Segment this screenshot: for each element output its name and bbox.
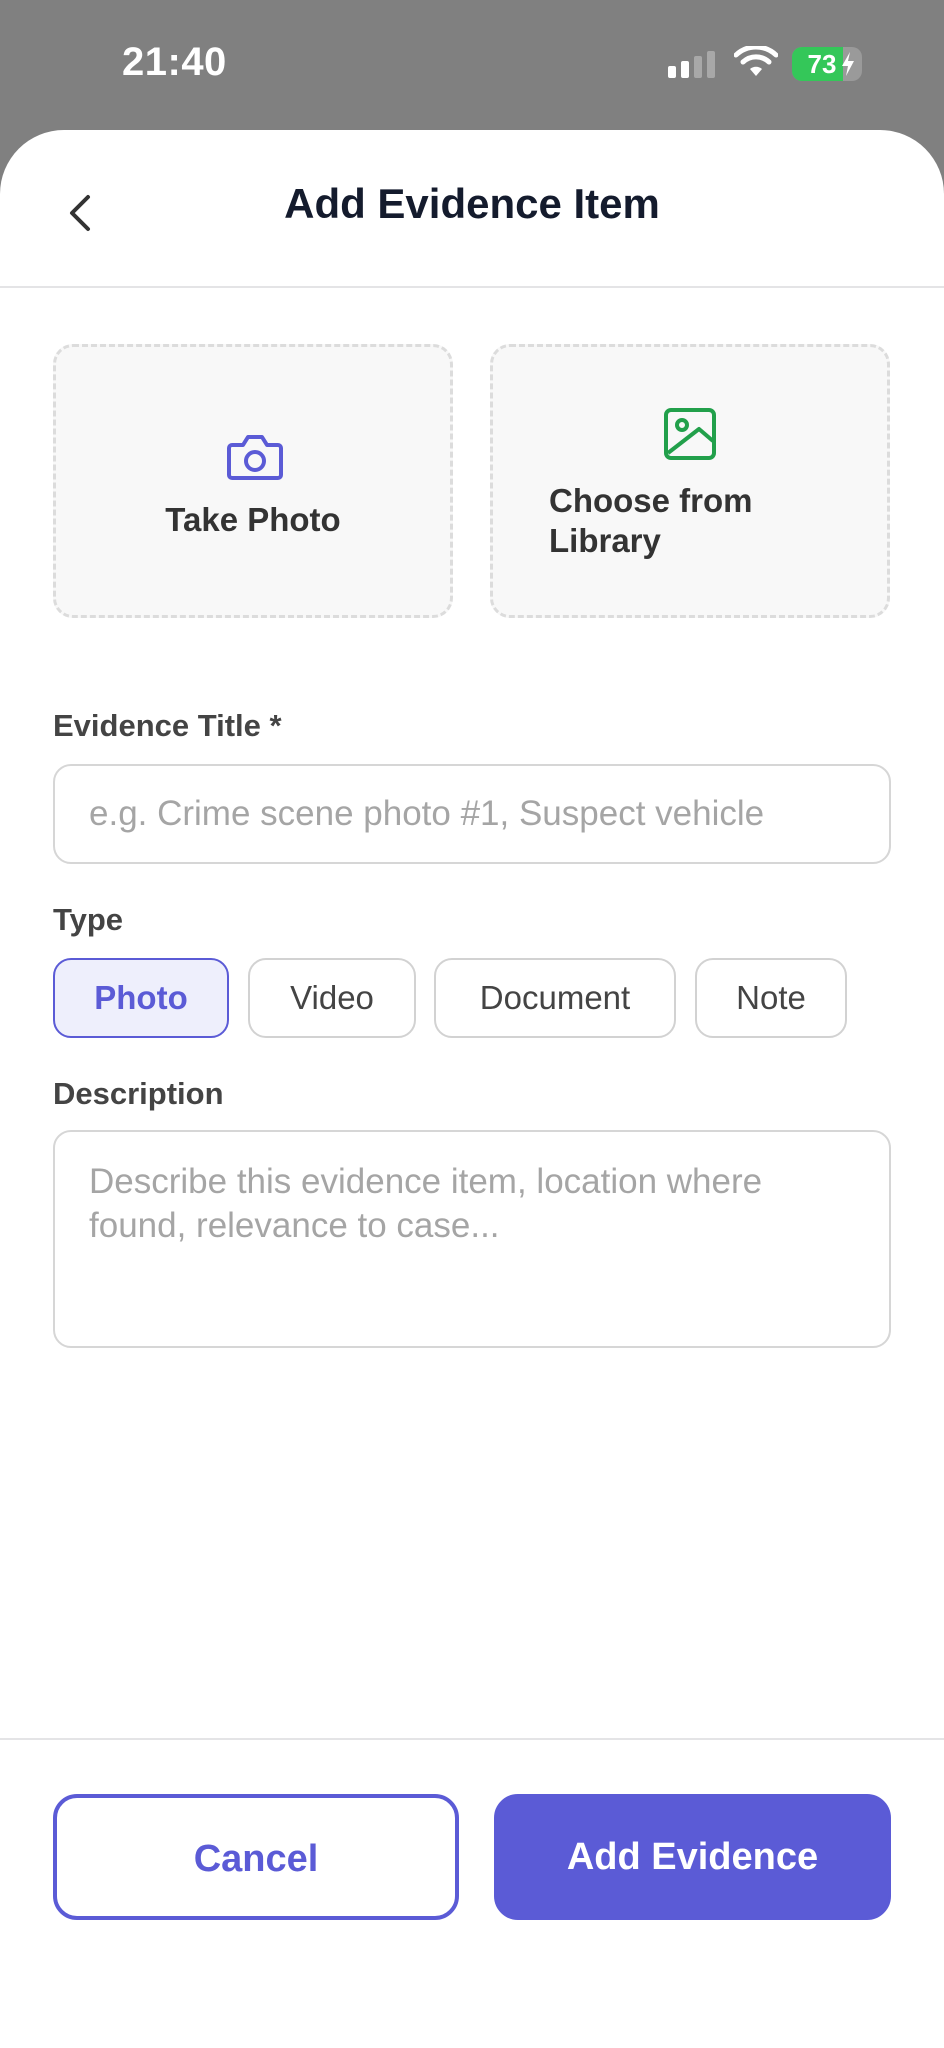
cellular-signal-icon [668, 51, 715, 78]
battery-indicator: 73 [792, 47, 862, 81]
take-photo-button[interactable]: Take Photo [53, 344, 453, 618]
description-textarea[interactable] [53, 1130, 891, 1348]
status-bar: 21:40 73 [0, 0, 944, 130]
charging-bolt-icon [842, 52, 854, 76]
type-chip-document[interactable]: Document [434, 958, 676, 1038]
wifi-icon [734, 46, 778, 76]
description-label: Description [53, 1076, 224, 1111]
evidence-title-label: Evidence Title * [53, 708, 282, 743]
evidence-title-input[interactable] [53, 764, 891, 864]
sheet-header: Add Evidence Item [0, 130, 944, 288]
type-chip-note[interactable]: Note [695, 958, 847, 1038]
footer-divider [0, 1738, 944, 1740]
cancel-button[interactable]: Cancel [53, 1794, 459, 1920]
camera-icon [227, 435, 283, 480]
take-photo-label: Take Photo [165, 501, 341, 538]
page-title: Add Evidence Item [284, 180, 660, 227]
type-chip-photo[interactable]: Photo [53, 958, 229, 1038]
add-evidence-sheet: Add Evidence Item Take Photo Choose from… [0, 130, 944, 2048]
type-chip-video[interactable]: Video [248, 958, 416, 1038]
status-time: 21:40 [122, 40, 227, 84]
image-icon [664, 408, 716, 460]
choose-from-library-label: Choose from Library [549, 482, 753, 559]
choose-from-library-button[interactable]: Choose from Library [490, 344, 890, 618]
type-label: Type [53, 902, 124, 937]
add-evidence-button[interactable]: Add Evidence [494, 1794, 891, 1920]
